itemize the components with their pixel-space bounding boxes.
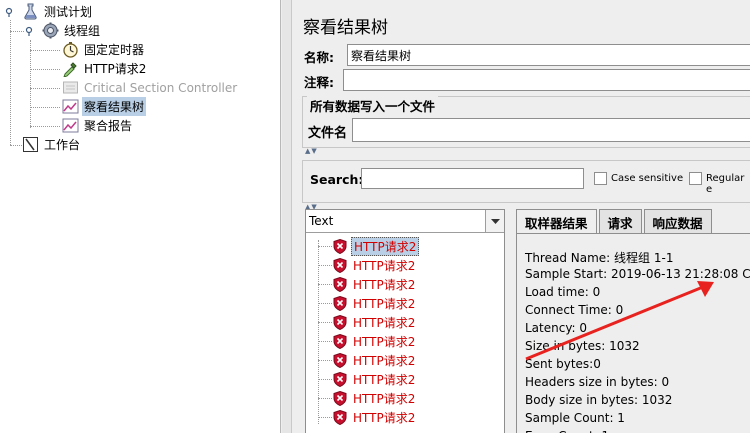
result-item-label: HTTP请求2 <box>353 278 416 292</box>
tab-request[interactable]: 请求 <box>598 209 642 233</box>
test-plan-tree[interactable]: 测试计划 线程组 固定定时器 HTTP请求2 Critical Section … <box>0 0 281 433</box>
tree-item-view-results-tree[interactable]: 察看结果树 <box>62 97 147 116</box>
result-item-label: HTTP请求2 <box>353 392 416 406</box>
case-sensitive-label: Case sensitive <box>611 173 684 184</box>
chart-icon <box>62 118 79 133</box>
test-plan-flask-icon <box>24 3 37 20</box>
collapse-arrows-icon[interactable]: ▲▼ <box>305 147 318 155</box>
error-shield-icon <box>333 334 347 349</box>
tree-item-label: 察看结果树 <box>82 97 147 116</box>
result-item-label: HTTP请求2 <box>353 316 416 330</box>
tree-item-label: 聚合报告 <box>84 119 133 133</box>
sampler-result-detail[interactable]: Thread Name: 线程组 1-1 Sample Start: 2019-0… <box>516 233 750 433</box>
detail-line: Sent bytes:0 <box>525 357 601 371</box>
detail-line: Headers size in bytes: 0 <box>525 375 670 389</box>
filename-label: 文件名 <box>308 126 348 141</box>
dropdown-arrow-icon[interactable] <box>485 210 504 232</box>
result-item[interactable]: HTTP请求2 <box>333 408 417 427</box>
result-item-label: HTTP请求2 <box>353 259 416 273</box>
result-item[interactable]: HTTP请求2 <box>333 351 417 370</box>
detail-line: Body size in bytes: 1032 <box>525 393 673 407</box>
result-item-label: HTTP请求2 <box>353 373 416 387</box>
renderer-select-value: Text <box>309 214 334 228</box>
tree-item-label: 测试计划 <box>44 5 93 19</box>
tree-item-thread-group[interactable]: 线程组 <box>42 21 102 40</box>
regular-expression-checkbox[interactable] <box>689 172 702 185</box>
error-shield-icon <box>333 277 347 292</box>
detail-line: Thread Name: 线程组 1-1 <box>525 251 674 265</box>
split-pane-divider[interactable] <box>282 0 292 433</box>
tab-sampler-result[interactable]: 取样器结果 <box>516 209 597 233</box>
renderer-select[interactable]: Text <box>306 210 504 233</box>
sample-results-list[interactable]: Text HTTP请求2 HTTP请求2 HTTP请求2 HTTP请求2 HTTP请求2… <box>305 209 505 433</box>
search-input[interactable] <box>361 168 584 189</box>
regular-expression-label: Regular e <box>706 173 745 195</box>
page-title: 察看结果树 <box>303 18 388 38</box>
detail-line: Latency: 0 <box>525 321 588 335</box>
tree-item-label: 固定定时器 <box>84 43 145 57</box>
tree-item-constant-timer[interactable]: 固定定时器 <box>62 40 146 59</box>
detail-line: Size in bytes: 1032 <box>525 339 640 353</box>
error-shield-icon <box>333 296 347 311</box>
tree-item-aggregate-report[interactable]: 聚合报告 <box>62 116 134 135</box>
tree-item-test-plan[interactable]: 测试计划 <box>22 2 94 21</box>
filename-input[interactable] <box>352 118 750 142</box>
tree-item-label: HTTP请求2 <box>84 62 147 76</box>
result-item[interactable]: HTTP请求2 <box>333 313 417 332</box>
pipette-icon <box>63 62 77 77</box>
comment-label: 注释: <box>304 75 334 90</box>
controller-icon <box>63 81 78 94</box>
file-group-title: 所有数据写入一个文件 <box>307 96 439 115</box>
tab-response-data[interactable]: 响应数据 <box>643 209 712 233</box>
result-item-label: HTTP请求2 <box>353 354 416 368</box>
tree-item-label: 工作台 <box>44 138 81 152</box>
expand-handle-icon[interactable] <box>25 26 35 36</box>
tree-item-http-request[interactable]: HTTP请求2 <box>62 59 148 78</box>
tree-item-label: Critical Section Controller <box>84 80 238 95</box>
result-item[interactable]: HTTP请求2 <box>333 370 417 389</box>
error-shield-icon <box>333 353 347 368</box>
expand-handle-icon[interactable] <box>5 7 15 17</box>
result-item[interactable]: HTTP请求2 <box>333 389 417 408</box>
chart-icon <box>62 99 79 114</box>
error-shield-icon <box>333 391 347 406</box>
detail-line: Connect Time: 0 <box>525 303 624 317</box>
detail-line: Sample Start: 2019-06-13 21:28:08 CST <box>525 267 750 281</box>
comment-input[interactable] <box>343 69 750 91</box>
result-item[interactable]: HTTP请求2 <box>333 275 417 294</box>
error-shield-icon <box>333 239 347 254</box>
gear-icon <box>42 22 59 39</box>
result-item-label: HTTP请求2 <box>351 237 420 256</box>
tree-item-workbench[interactable]: 工作台 <box>22 135 82 154</box>
workbench-icon <box>23 137 38 152</box>
result-tabs: 取样器结果 请求 响应数据 <box>516 209 714 233</box>
result-item-label: HTTP请求2 <box>353 297 416 311</box>
view-results-tree-panel: 察看结果树 名称: 察看结果树 注释: 所有数据写入一个文件 文件名 ▲▼ Se… <box>293 0 750 433</box>
result-item[interactable]: HTTP请求2 <box>333 332 417 351</box>
tree-item-critical-section-controller[interactable]: Critical Section Controller <box>62 78 239 97</box>
result-item[interactable]: HTTP请求2 <box>333 294 417 313</box>
result-item[interactable]: HTTP请求2 <box>333 256 417 275</box>
detail-line: Sample Count: 1 <box>525 411 625 425</box>
error-shield-icon <box>333 258 347 273</box>
result-item[interactable]: HTTP请求2 <box>333 237 420 256</box>
error-shield-icon <box>333 315 347 330</box>
case-sensitive-checkbox[interactable] <box>594 172 607 185</box>
result-item-label: HTTP请求2 <box>353 335 416 349</box>
result-item-label: HTTP请求2 <box>353 411 416 425</box>
error-shield-icon <box>333 372 347 387</box>
error-shield-icon <box>333 410 347 425</box>
search-label: Search: <box>310 172 364 187</box>
stopwatch-icon <box>63 42 78 58</box>
detail-line: Load time: 0 <box>525 285 601 299</box>
name-label: 名称: <box>304 50 334 65</box>
name-input[interactable]: 察看结果树 <box>347 44 750 66</box>
tree-item-label: 线程组 <box>64 24 101 38</box>
detail-line: Error Count: 1 <box>525 429 609 433</box>
